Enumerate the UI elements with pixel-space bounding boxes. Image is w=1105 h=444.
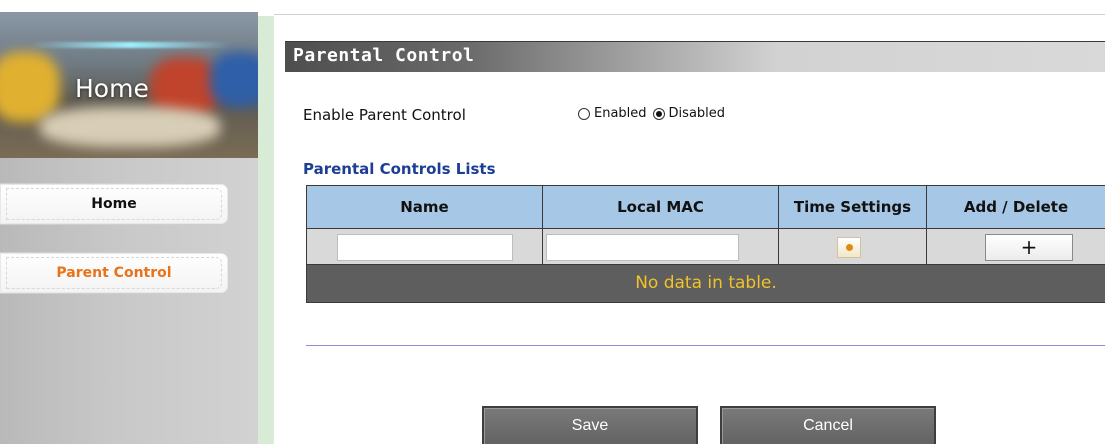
page-title: Parental Control: [293, 45, 475, 66]
sidebar: Home Home Parent Control: [0, 0, 258, 444]
sidebar-item-label: Parent Control: [56, 265, 172, 281]
table-input-row: +: [306, 229, 1105, 265]
sidebar-top-strip: [0, 0, 258, 12]
parental-controls-lists-heading: Parental Controls Lists: [303, 160, 496, 178]
banner-decoration: [40, 107, 220, 147]
divider-top: [258, 0, 274, 16]
radio-disabled[interactable]: Disabled: [652, 106, 726, 121]
local-mac-input[interactable]: [546, 234, 739, 261]
sidebar-item-parent-control[interactable]: Parent Control: [0, 252, 229, 294]
save-button[interactable]: Save: [482, 406, 698, 444]
parental-controls-table: Name Local MAC Time Settings Add / Delet…: [306, 185, 1105, 303]
radio-disabled-circle[interactable]: [652, 107, 665, 120]
column-header-name: Name: [306, 185, 542, 229]
table-header-row: Name Local MAC Time Settings Add / Delet…: [306, 185, 1105, 229]
radio-enabled-circle[interactable]: [578, 107, 590, 120]
top-rule: [274, 14, 1105, 15]
radio-enabled[interactable]: Enabled: [578, 106, 647, 121]
time-settings-cell: [778, 229, 926, 265]
table-empty-message: No data in table.: [306, 265, 1105, 303]
home-banner: Home: [0, 12, 258, 158]
page-title-bar: Parental Control: [285, 41, 1105, 72]
banner-glow: [30, 42, 230, 48]
sidebar-item-label: Home: [91, 196, 137, 212]
add-entry-button[interactable]: +: [985, 234, 1073, 261]
name-input[interactable]: [337, 234, 513, 261]
section-separator: [306, 345, 1105, 346]
mac-cell: [542, 229, 778, 265]
banner-decoration: [0, 52, 60, 122]
clock-icon: [846, 244, 853, 251]
sidebar-divider: [258, 16, 274, 444]
add-delete-cell: +: [926, 229, 1105, 265]
column-header-local-mac: Local MAC: [542, 185, 778, 229]
sidebar-item-home[interactable]: Home: [0, 183, 229, 225]
radio-disabled-label: Disabled: [668, 106, 726, 121]
enable-parent-control-label: Enable Parent Control: [303, 106, 466, 124]
time-settings-button[interactable]: [837, 237, 861, 258]
radio-enabled-label: Enabled: [594, 106, 647, 121]
column-header-time-settings: Time Settings: [778, 185, 926, 229]
enable-radio-group: Enabled Disabled: [578, 106, 731, 121]
banner-title: Home: [75, 74, 149, 103]
column-header-add-delete: Add / Delete: [926, 185, 1105, 229]
name-cell: [306, 229, 542, 265]
cancel-button[interactable]: Cancel: [720, 406, 936, 444]
banner-decoration: [210, 52, 258, 107]
